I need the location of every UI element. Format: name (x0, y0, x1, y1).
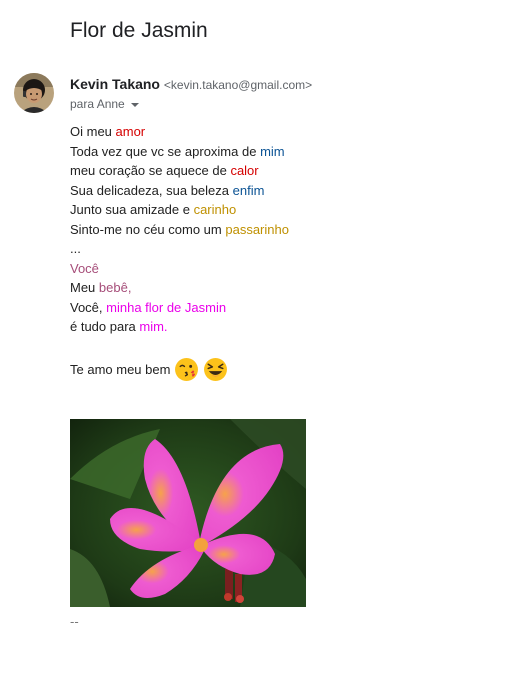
poem-line: Você (70, 259, 289, 279)
poem-text: Meu (70, 280, 99, 295)
poem-line: Toda vez que vc se aproxima de mim (70, 142, 289, 162)
poem-highlight: Você (70, 260, 99, 276)
plumeria-flower-photo[interactable] (70, 419, 306, 607)
sender-name[interactable]: Kevin Takano (70, 76, 160, 92)
email-subject: Flor de Jasmin (70, 19, 208, 42)
sender-line: Kevin Takano <kevin.takano@gmail.com> (70, 76, 312, 92)
sender-avatar[interactable] (14, 73, 54, 113)
kiss-face-icon (175, 358, 199, 381)
avatar-photo (14, 73, 54, 113)
recipient-label: para Anne (70, 97, 125, 111)
poem-line: Meu bebê, (70, 278, 289, 298)
poem-line: Oi meu amor (70, 122, 289, 142)
poem-highlight: amor (115, 124, 146, 139)
poem-line: é tudo para mim. (70, 317, 289, 337)
poem-highlight: mim. (139, 319, 168, 334)
poem-text: Você, (70, 299, 107, 315)
poem-text: ... (70, 241, 81, 256)
sender-email: <kevin.takano@gmail.com> (163, 78, 313, 92)
poem-line: ... (70, 239, 289, 259)
poem-text: meu coração se aquece de (70, 163, 231, 178)
poem-text: Oi meu (70, 124, 116, 139)
poem-text: Junto sua amizade e (70, 202, 194, 217)
poem-highlight: enfim (232, 182, 265, 198)
love-line: Te amo meu bem (70, 357, 228, 382)
poem-text: Sinto-me no céu como um (70, 221, 226, 237)
flower-image (70, 419, 306, 607)
recipient-toggle[interactable]: para Anne (70, 97, 139, 111)
love-text: Te amo meu bem (70, 362, 171, 377)
poem-line: Você, minha flor de Jasmin (70, 298, 289, 318)
poem-highlight: calor (230, 163, 259, 178)
message-body: Oi meu amor Toda vez que vc se aproxima … (70, 122, 289, 337)
poem-line: Sinto-me no céu como um passarinho (70, 220, 289, 240)
poem-text: Toda vez que vc se aproxima de (70, 143, 261, 159)
poem-text: é tudo para (70, 319, 140, 334)
poem-highlight: carinho (193, 202, 237, 217)
poem-line: meu coração se aquece de calor (70, 161, 289, 181)
laughing-face-icon (204, 358, 228, 381)
poem-highlight: bebê, (98, 280, 132, 295)
poem-text: Sua delicadeza, sua beleza (70, 182, 233, 198)
poem-highlight: mim (260, 143, 285, 159)
poem-highlight: minha flor de Jasmin (106, 299, 227, 315)
signature-separator: -- (70, 614, 79, 629)
poem-highlight: passarinho (225, 221, 289, 237)
chevron-down-icon (130, 102, 139, 107)
poem-line: Junto sua amizade e carinho (70, 200, 289, 220)
poem-line: Sua delicadeza, sua beleza enfim (70, 181, 289, 201)
